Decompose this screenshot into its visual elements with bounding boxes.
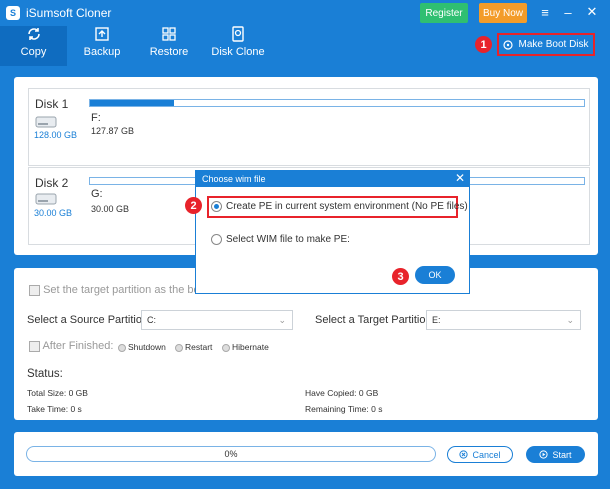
tab-restore-label: Restore — [149, 46, 189, 58]
backup-icon — [95, 27, 109, 41]
start-button[interactable]: Start — [526, 446, 585, 463]
hibernate-label: Hibernate — [232, 342, 269, 352]
hibernate-option[interactable]: Hibernate — [222, 342, 269, 352]
source-partition-select[interactable]: C: ⌄ — [141, 310, 293, 330]
select-wim-label: Select WIM file to make PE: — [226, 234, 350, 245]
partition-usage-bar — [89, 99, 585, 107]
boot-disk-icon — [503, 39, 514, 50]
chevron-down-icon: ⌄ — [566, 315, 574, 325]
buy-now-button[interactable]: Buy Now — [479, 3, 527, 23]
set-boot-option[interactable]: Set the target partition as the boot d — [29, 284, 218, 296]
remaining-time-text: Remaining Time: 0 s — [305, 404, 383, 414]
disk-clone-icon — [232, 26, 244, 42]
chevron-down-icon: ⌄ — [278, 315, 286, 325]
disk-row-1[interactable]: Disk 1 128.00 GB F: 127.87 GB — [28, 88, 590, 166]
app-title-text: iSumsoft Cloner — [26, 6, 112, 20]
status-heading: Status: — [27, 368, 63, 380]
create-pe-option[interactable]: Create PE in current system environment … — [211, 201, 468, 212]
target-partition-select[interactable]: E: ⌄ — [426, 310, 581, 330]
close-icon[interactable]: ✕ — [582, 3, 602, 21]
set-boot-label: Set the target partition as the boot d — [43, 284, 218, 296]
target-partition-value: E: — [432, 315, 441, 325]
minimize-icon[interactable]: – — [558, 3, 578, 21]
make-boot-disk-label: Make Boot Disk — [518, 39, 589, 50]
app-logo-icon: S — [6, 6, 20, 20]
cancel-button[interactable]: Cancel — [447, 446, 513, 463]
restart-label: Restart — [185, 342, 213, 352]
restore-icon — [162, 27, 176, 41]
tab-backup[interactable]: Backup — [74, 26, 130, 66]
select-wim-radio[interactable] — [211, 234, 222, 245]
after-finished-checkbox[interactable] — [29, 340, 40, 352]
dialog-title: Choose wim file — [202, 174, 266, 184]
tab-copy[interactable]: Copy — [0, 26, 67, 66]
shutdown-radio[interactable] — [118, 343, 126, 352]
target-partition-label: Select a Target Partition: — [315, 314, 435, 326]
disk-size: 128.00 GB — [34, 130, 78, 140]
progress-text: 0% — [224, 449, 238, 459]
step-marker-1: 1 — [475, 36, 492, 53]
select-wim-option[interactable]: Select WIM file to make PE: — [211, 234, 350, 245]
after-finished-option[interactable]: After Finished: — [29, 340, 113, 352]
disk-name: Disk 1 — [35, 97, 69, 111]
restart-radio[interactable] — [175, 343, 183, 352]
shutdown-option[interactable]: Shutdown — [118, 342, 166, 352]
step-marker-3: 3 — [392, 268, 409, 285]
tab-disk-clone[interactable]: Disk Clone — [208, 26, 268, 66]
hard-disk-icon — [35, 116, 57, 128]
take-time-text: Take Time: 0 s — [27, 404, 82, 414]
have-copied-text: Have Copied: 0 GB — [305, 388, 379, 398]
start-label: Start — [552, 449, 572, 460]
progress-bar: 0% — [26, 446, 436, 462]
partition-letter: G: — [91, 188, 103, 200]
partition-capacity: 30.00 GB — [91, 204, 130, 214]
ok-button[interactable]: OK — [415, 266, 455, 284]
dialog-titlebar: Choose wim file ✕ — [196, 171, 469, 187]
create-pe-radio[interactable] — [211, 201, 222, 212]
partition-capacity: 127.87 GB — [91, 126, 135, 136]
disk-size: 30.00 GB — [34, 208, 73, 218]
create-pe-label: Create PE in current system environment … — [226, 201, 468, 212]
hibernate-radio[interactable] — [222, 343, 230, 352]
app-title: S iSumsoft Cloner — [6, 6, 111, 20]
title-toolbar: S iSumsoft Cloner Register Buy Now ≡ – ✕… — [0, 0, 610, 66]
step-marker-2: 2 — [185, 197, 202, 214]
partition-letter: F: — [91, 112, 101, 124]
dialog-close-icon[interactable]: ✕ — [455, 171, 465, 185]
tab-restore[interactable]: Restore — [142, 26, 196, 66]
total-size-text: Total Size: 0 GB — [27, 388, 88, 398]
restart-option[interactable]: Restart — [175, 342, 212, 352]
tab-backup-label: Backup — [83, 46, 121, 58]
after-finished-label: After Finished: — [42, 340, 114, 352]
tab-disk-clone-label: Disk Clone — [211, 46, 265, 58]
tab-copy-label: Copy — [20, 46, 47, 58]
play-icon — [539, 450, 549, 459]
source-partition-label: Select a Source Partition: — [27, 314, 152, 326]
make-boot-disk-button[interactable]: Make Boot Disk — [497, 33, 595, 56]
hard-disk-icon — [35, 193, 57, 205]
menu-icon[interactable]: ≡ — [535, 3, 555, 21]
cancel-label: Cancel — [472, 449, 501, 460]
set-boot-checkbox[interactable] — [29, 284, 40, 296]
source-partition-value: C: — [147, 315, 156, 325]
copy-icon — [27, 28, 40, 40]
shutdown-label: Shutdown — [128, 342, 166, 352]
cancel-icon — [459, 450, 469, 459]
disk-name: Disk 2 — [35, 176, 69, 190]
register-button[interactable]: Register — [420, 3, 468, 23]
